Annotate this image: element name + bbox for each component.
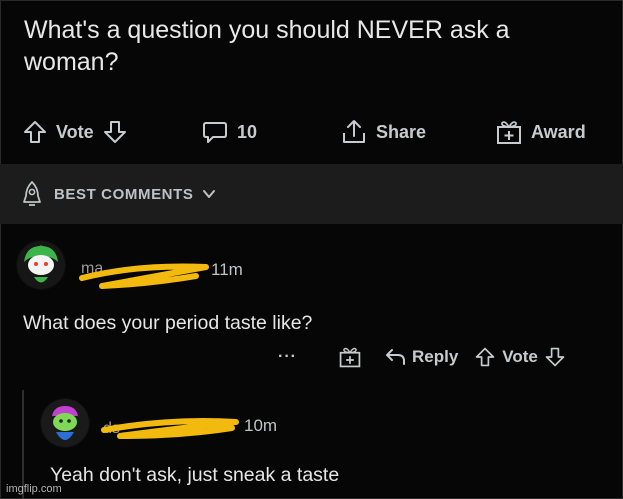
- upvote-icon[interactable]: [474, 346, 496, 368]
- comment-actions: ··· Reply Vote: [278, 344, 566, 370]
- comment-body: What does your period taste like?: [23, 312, 313, 334]
- comments-button[interactable]: 10: [201, 110, 265, 154]
- share-icon: [343, 120, 365, 143]
- redacted-username[interactable]: ma: [78, 256, 218, 301]
- gift-award-icon: [497, 121, 521, 144]
- watermark: imgflip.com: [6, 483, 62, 495]
- award-label: Award: [531, 121, 586, 142]
- more-options-button[interactable]: ···: [278, 348, 306, 366]
- sort-label: BEST COMMENTS: [54, 185, 194, 203]
- comment-bubble-icon: [203, 122, 227, 143]
- post-title: What's a question you should NEVER ask a…: [24, 16, 510, 76]
- redacted-username[interactable]: ds: [100, 414, 240, 453]
- rocket-icon: [23, 181, 41, 206]
- comment-time: 11m: [211, 260, 243, 279]
- comment-vote: Vote: [474, 346, 566, 368]
- reply-arrow-icon: [386, 349, 405, 365]
- comment-body: Yeah don't ask, just sneak a taste: [50, 464, 340, 486]
- comment-count: 10: [237, 121, 258, 142]
- award-button[interactable]: Award: [495, 110, 594, 154]
- share-label: Share: [376, 121, 427, 142]
- snoo-avatar-icon: [41, 399, 89, 447]
- chevron-down-icon: [203, 190, 216, 198]
- downvote-icon[interactable]: [544, 346, 566, 368]
- comment-time: 10m: [244, 416, 278, 435]
- downvote-icon[interactable]: [102, 119, 128, 145]
- post-action-bar: Vote 10 Share Award: [0, 110, 623, 154]
- gift-award-icon: [339, 347, 361, 368]
- redaction-scribble: ds: [101, 418, 239, 439]
- reply-button[interactable]: Reply: [384, 346, 458, 368]
- share-button[interactable]: Share: [340, 110, 434, 154]
- sort-dropdown[interactable]: BEST COMMENTS: [18, 180, 217, 208]
- avatar[interactable]: [16, 240, 66, 290]
- vote-label: Vote: [56, 121, 94, 142]
- post-vote: Vote: [22, 110, 128, 154]
- vote-label: Vote: [502, 347, 538, 366]
- avatar[interactable]: [40, 398, 90, 448]
- snoo-avatar-icon: [17, 241, 65, 289]
- comment-sort-bar: BEST COMMENTS: [0, 164, 623, 224]
- award-comment-button[interactable]: [338, 345, 362, 369]
- upvote-icon[interactable]: [22, 119, 48, 145]
- reply-label: Reply: [412, 347, 459, 366]
- redaction-scribble: ma: [79, 260, 209, 289]
